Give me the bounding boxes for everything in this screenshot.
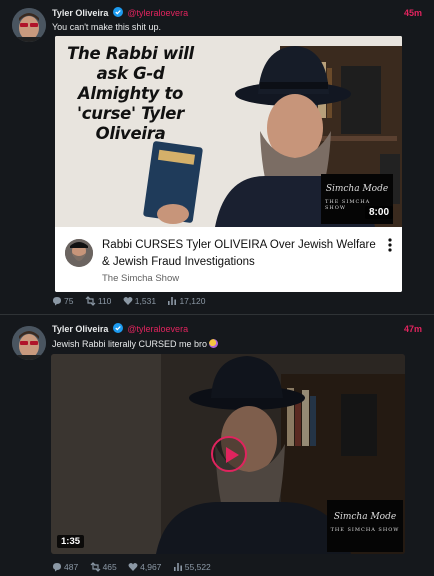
simcha-show-logo: Simcha Mode THE SIMCHA SHOW — [327, 500, 403, 552]
more-vertical-icon[interactable] — [386, 237, 394, 253]
retweet-count[interactable]: 465 — [90, 561, 117, 573]
reply-count-value: 487 — [64, 562, 79, 572]
like-count-value: 4,967 — [140, 562, 162, 572]
reply-count[interactable]: 75 — [52, 295, 73, 307]
retweet-count-value: 110 — [97, 296, 112, 306]
video-duration: 8:00 — [365, 206, 394, 219]
author-name[interactable]: Tyler Oliveira — [52, 8, 108, 18]
retweet-count-value: 465 — [102, 562, 117, 572]
tweet-1[interactable]: Tyler Oliveira @tyleraloevera 45m You ca… — [0, 0, 434, 318]
verified-badge-icon — [112, 7, 123, 17]
heart-icon — [128, 562, 138, 571]
emoji-icon — [209, 339, 219, 348]
channel-name[interactable]: The Simcha Show — [102, 273, 179, 284]
view-count[interactable]: 55,522 — [173, 561, 211, 573]
channel-avatar[interactable] — [65, 239, 93, 267]
video-title[interactable]: Rabbi CURSES Tyler OLIVEIRA Over Jewish … — [102, 237, 380, 271]
reply-icon — [53, 297, 61, 306]
author-name[interactable]: Tyler Oliveira — [52, 324, 108, 334]
retweet-icon — [90, 562, 100, 572]
heart-icon — [123, 296, 133, 305]
author-avatar[interactable] — [12, 8, 46, 42]
tweet-text-content: Jewish Rabbi literally CURSED me bro — [52, 339, 208, 349]
tweet-header: Tyler Oliveira @tyleraloevera 45m — [52, 6, 422, 20]
logo-show-name: THE SIMCHA SHOW — [330, 527, 400, 533]
tweet-stats: 75 110 1,531 17,120 — [52, 295, 214, 307]
view-count-value: 55,522 — [184, 562, 211, 572]
views-icon — [173, 563, 182, 571]
tweet-time[interactable]: 47m — [404, 322, 422, 336]
author-avatar[interactable] — [12, 326, 46, 360]
card-info[interactable]: Rabbi CURSES Tyler OLIVEIRA Over Jewish … — [55, 227, 402, 292]
video-thumbnail[interactable]: The Rabbi will ask G-d Almighty to 'curs… — [55, 36, 402, 227]
logo-signature: Simcha Mode — [325, 184, 389, 194]
video-duration: 1:35 — [57, 535, 85, 548]
like-count-value: 1,531 — [134, 296, 157, 306]
retweet-icon — [85, 296, 96, 306]
view-count-value: 17,120 — [179, 296, 206, 306]
author-handle[interactable]: @tyleraloevera — [127, 8, 188, 18]
reply-count-value: 75 — [64, 296, 74, 306]
reply-icon — [53, 563, 61, 572]
views-icon — [168, 297, 177, 305]
play-icon[interactable] — [211, 436, 247, 472]
tweet-text: You can't make this shit up. — [52, 22, 161, 32]
view-count[interactable]: 17,120 — [167, 295, 205, 307]
author-handle[interactable]: @tyleraloevera — [127, 324, 188, 334]
tweet-stats: 487 465 4,967 55,522 — [52, 561, 220, 573]
like-count[interactable]: 4,967 — [128, 561, 161, 573]
tweet-header: Tyler Oliveira @tyleraloevera 47m — [52, 322, 422, 336]
retweet-count[interactable]: 110 — [85, 295, 112, 307]
like-count[interactable]: 1,531 — [123, 295, 156, 307]
tweet-divider — [0, 314, 434, 315]
youtube-card[interactable]: The Rabbi will ask G-d Almighty to 'curs… — [55, 36, 402, 292]
thumbnail-overlay-text: The Rabbi will ask G-d Almighty to 'curs… — [67, 44, 194, 143]
tweet-time[interactable]: 45m — [404, 6, 422, 20]
verified-badge-icon — [112, 323, 123, 333]
tweet-text: Jewish Rabbi literally CURSED me bro — [52, 338, 422, 350]
logo-signature: Simcha Mode — [333, 512, 397, 522]
reply-count[interactable]: 487 — [52, 561, 78, 573]
